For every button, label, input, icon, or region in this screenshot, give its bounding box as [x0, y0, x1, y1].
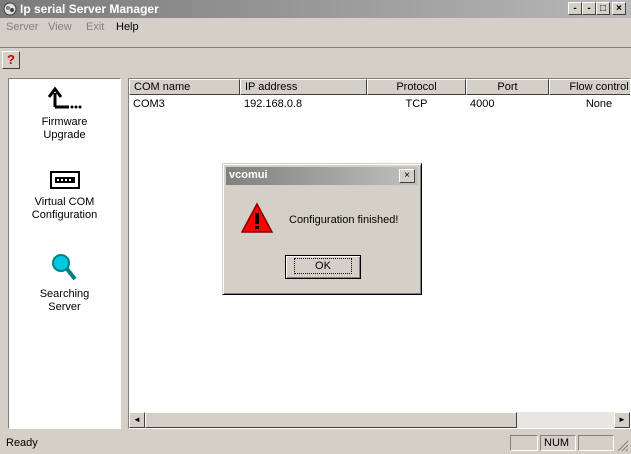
close-button[interactable]: ×	[612, 2, 626, 15]
ok-button[interactable]: OK	[285, 255, 361, 279]
status-text: Ready	[6, 437, 38, 449]
right-arrow-icon: ►	[618, 415, 626, 424]
column-header-protocol[interactable]: Protocol	[367, 79, 466, 95]
sidebar-item-firmware-upgrade[interactable]: Firmware Upgrade	[9, 83, 120, 142]
sidebar-item-virtual-com[interactable]: Virtual COM Configuration	[9, 167, 120, 222]
dialog-message: Configuration finished!	[289, 214, 399, 226]
window-title: Ip serial Server Manager	[20, 2, 159, 16]
scroll-thumb[interactable]	[145, 412, 517, 428]
magnifier-icon	[51, 254, 77, 281]
dialog-close-button[interactable]: ×	[399, 169, 415, 183]
help-button[interactable]: ?	[2, 51, 20, 69]
sidebar-item-label: Searching Server	[39, 288, 90, 313]
dialog-title-bar[interactable]: vcomui ×	[226, 167, 418, 185]
scroll-right-button[interactable]: ►	[614, 412, 630, 428]
status-pane-empty	[510, 435, 538, 451]
column-header-port[interactable]: Port	[466, 79, 549, 95]
toolbar: ?	[0, 47, 631, 73]
cell-ip-address: 192.168.0.8	[244, 98, 303, 110]
menu-server[interactable]: Server	[6, 21, 38, 33]
app-icon	[3, 2, 17, 16]
sidebar-item-searching-server[interactable]: Searching Server	[9, 249, 120, 314]
sidebar-item-label: Firmware Upgrade	[41, 116, 88, 141]
title-bar[interactable]: Ip serial Server Manager - - □ ×	[0, 0, 631, 18]
menu-exit[interactable]: Exit	[86, 21, 104, 33]
cell-com-name: COM3	[133, 98, 165, 110]
table-header: COM name IP address Protocol Port Flow c…	[129, 79, 630, 96]
left-arrow-icon: ◄	[133, 415, 141, 424]
horizontal-scrollbar[interactable]: ◄ ►	[129, 412, 630, 428]
mdi-minimize-button[interactable]: -	[568, 2, 582, 15]
upgrade-arrow-icon	[47, 86, 81, 109]
menu-view[interactable]: View	[48, 21, 72, 33]
cell-flow-control: None	[585, 98, 613, 110]
minimize-button[interactable]: -	[582, 2, 596, 15]
cell-port: 4000	[470, 98, 495, 110]
dialog-title: vcomui	[229, 169, 268, 181]
menu-help[interactable]: Help	[116, 21, 139, 33]
sidebar-item-label: Virtual COM Configuration	[31, 196, 98, 221]
menu-bar: Server View Exit Help	[0, 18, 631, 38]
serial-port-icon	[49, 171, 80, 189]
warning-icon	[241, 202, 273, 233]
cell-protocol: TCP	[405, 98, 428, 110]
column-header-com-name[interactable]: COM name	[129, 79, 240, 95]
maximize-button[interactable]: □	[596, 2, 610, 15]
num-lock-indicator: NUM	[540, 435, 576, 451]
status-bar: Ready NUM	[0, 432, 631, 454]
scroll-left-button[interactable]: ◄	[129, 412, 145, 428]
resize-grip-icon[interactable]	[617, 440, 629, 452]
ok-button-label: OK	[294, 258, 352, 274]
status-pane-scroll	[578, 435, 614, 451]
message-dialog: vcomui × Configuration finished! OK	[222, 163, 422, 295]
question-mark-icon: ?	[7, 52, 15, 67]
column-header-flow-control[interactable]: Flow control	[549, 79, 630, 95]
sidebar: Firmware Upgrade Virtual COM Configurati…	[8, 78, 121, 429]
column-header-ip-address[interactable]: IP address	[240, 79, 367, 95]
